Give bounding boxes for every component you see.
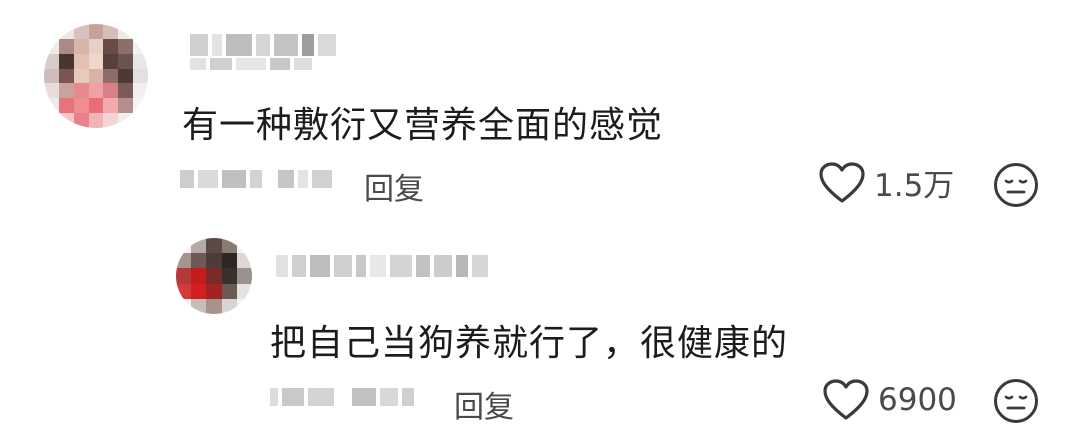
reply-button[interactable]: 回复: [364, 164, 424, 208]
reply-meta-obscured: [270, 388, 414, 406]
reply-avatar[interactable]: [176, 238, 252, 314]
like-count: 1.5万: [874, 168, 955, 204]
heart-outline-icon: [818, 161, 866, 205]
heart-outline-icon: [822, 378, 870, 422]
reply-button[interactable]: 回复: [454, 382, 514, 426]
like-count: 6900: [878, 382, 957, 418]
meh-face-icon[interactable]: [993, 378, 1039, 424]
like-button[interactable]: 1.5万: [818, 160, 954, 205]
reply-text: 把自己当狗养就行了，很健康的: [270, 323, 789, 364]
reply-username-obscured[interactable]: [276, 255, 488, 277]
comment-meta-obscured: [180, 170, 332, 188]
username-obscured-lower: [190, 58, 312, 70]
comment-text: 有一种敷衍又营养全面的感觉: [182, 105, 664, 146]
meh-face-icon[interactable]: [993, 162, 1039, 208]
username-obscured[interactable]: [190, 34, 336, 56]
avatar[interactable]: [44, 24, 148, 128]
like-button[interactable]: 6900: [822, 378, 957, 422]
